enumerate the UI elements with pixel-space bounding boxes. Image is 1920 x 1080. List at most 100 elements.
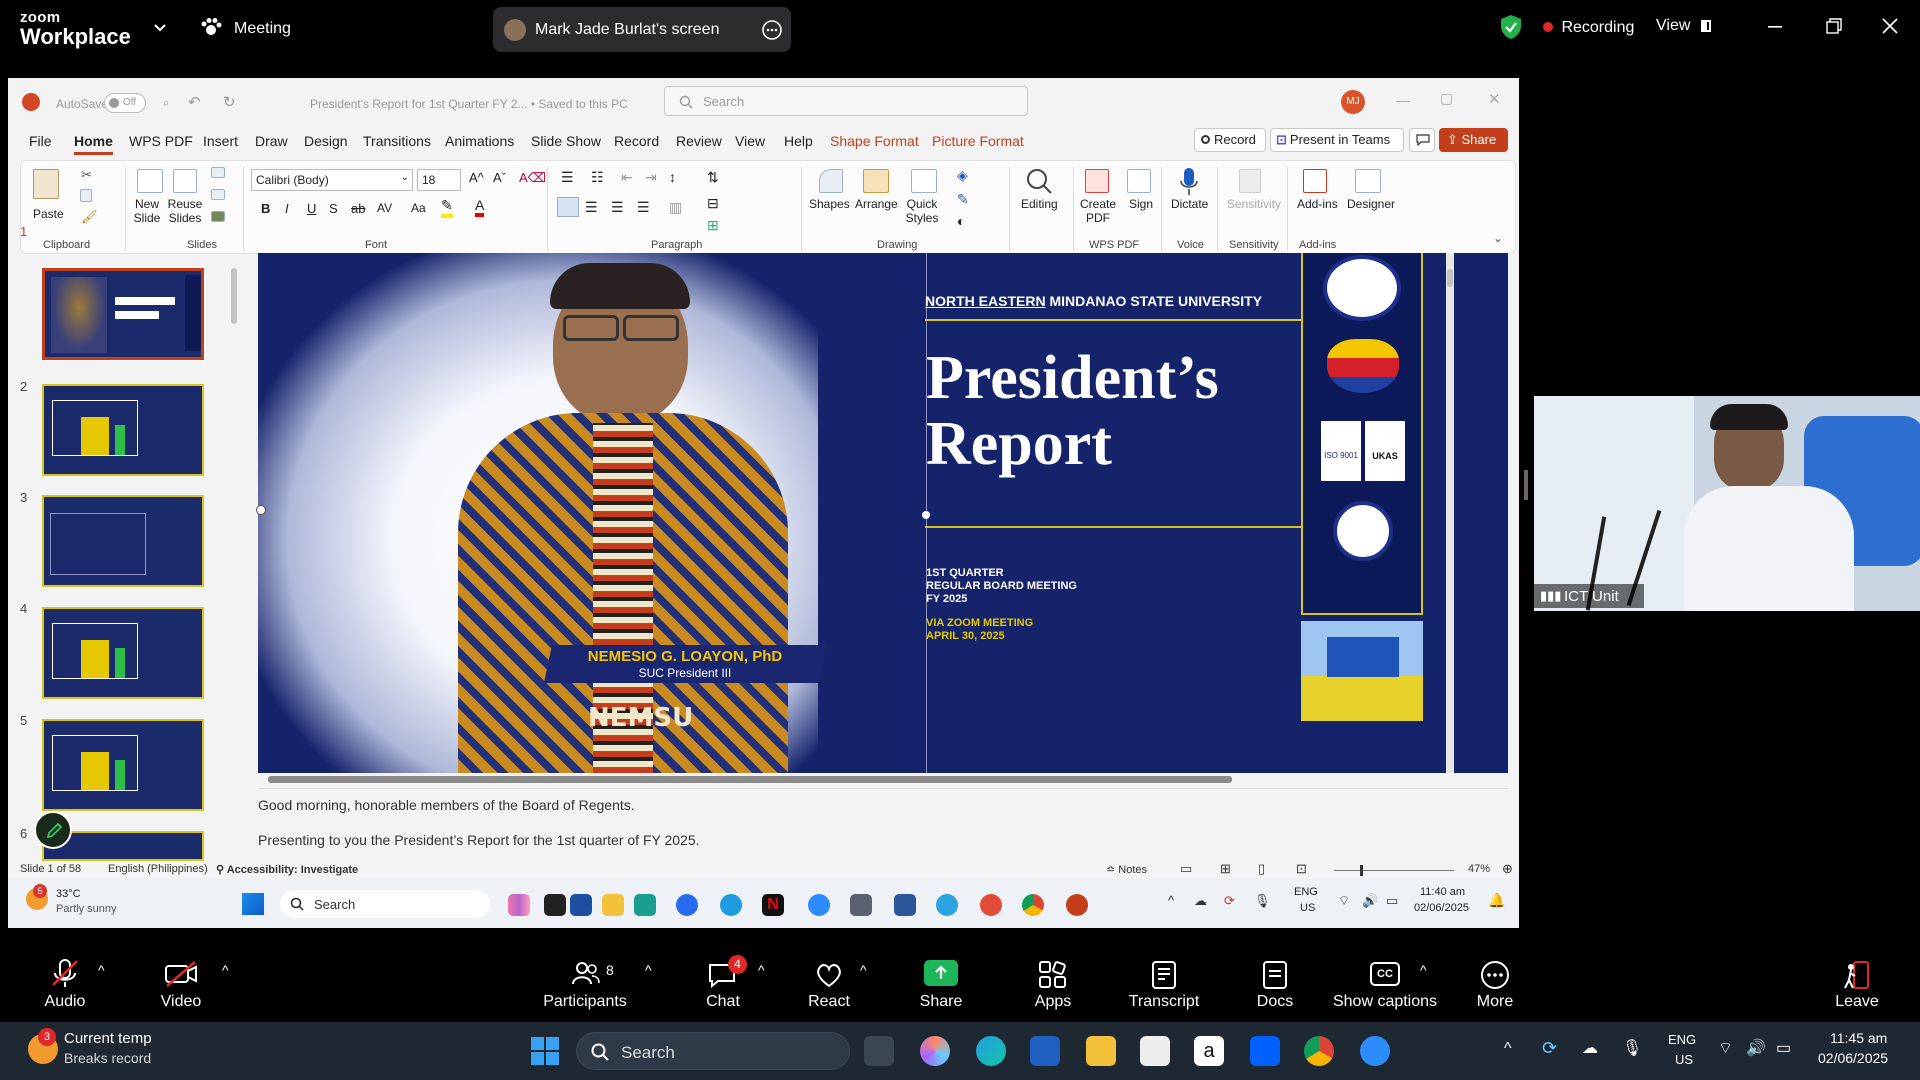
video-options-chevron-icon[interactable]: ^ — [222, 962, 229, 978]
shape-fill-icon[interactable]: ◈ — [957, 167, 968, 184]
menu-view[interactable]: View — [735, 133, 765, 149]
onedrive-icon[interactable]: ☁ — [1194, 893, 1207, 909]
present-in-teams-button[interactable]: ⊡ Present in Teams — [1270, 128, 1404, 152]
arrange-button[interactable]: Arrange — [855, 197, 898, 211]
notes-toggle[interactable]: ≏ Notes — [1106, 863, 1147, 876]
grow-font-icon[interactable]: A^ — [469, 170, 484, 185]
meeting-label[interactable]: Meeting — [234, 20, 291, 38]
pen-annotation-button[interactable] — [34, 811, 72, 849]
shield-check-icon[interactable] — [1500, 14, 1522, 40]
tray-chevron-icon[interactable]: ^ — [1168, 893, 1174, 908]
telegram-icon[interactable] — [936, 894, 958, 916]
panel-resize-handle[interactable] — [1524, 470, 1528, 500]
onedrive-tray-icon[interactable]: ☁ — [1582, 1038, 1598, 1058]
slide-sorter-icon[interactable]: ⊞ — [1220, 861, 1231, 877]
document-title[interactable]: President's Report for 1st Quarter FY 2.… — [310, 97, 628, 111]
dropbox-icon[interactable] — [1250, 1036, 1280, 1066]
selection-handle-left[interactable] — [256, 505, 266, 515]
designer-button[interactable]: Designer — [1347, 197, 1395, 211]
chrome-taskbar-icon[interactable] — [1304, 1036, 1334, 1066]
smartart-icon[interactable]: ⊞ — [707, 217, 719, 234]
chevron-down-icon[interactable] — [153, 23, 167, 33]
align-center-icon[interactable]: ☰ — [585, 199, 598, 216]
weather-widget-icon[interactable]: 3 — [28, 1028, 58, 1064]
bullets-icon[interactable]: ☰ — [561, 169, 574, 186]
messenger-icon[interactable] — [676, 894, 698, 916]
microphone-tray-icon[interactable]: 🎙 — [1622, 1038, 1642, 1058]
sensitivity-button[interactable]: Sensitivity — [1227, 197, 1281, 211]
copy-icon[interactable] — [80, 189, 92, 202]
zoom-taskbar-icon[interactable] — [1360, 1036, 1390, 1066]
wifi-icon[interactable]: ⌔ — [1338, 893, 1350, 909]
windows-search-box[interactable]: Search — [576, 1032, 850, 1070]
task-view-icon[interactable] — [864, 1036, 894, 1066]
underline-icon[interactable]: U — [307, 201, 316, 216]
menu-wps-pdf[interactable]: WPS PDF — [129, 133, 193, 149]
align-right-icon[interactable]: ☰ — [611, 199, 624, 216]
search-box[interactable]: Search — [664, 86, 1028, 116]
columns-icon[interactable]: ▥ — [669, 199, 682, 216]
menu-animations[interactable]: Animations — [445, 133, 514, 149]
align-text-icon[interactable]: ⊟ — [707, 195, 719, 212]
zoom-workplace-logo[interactable]: zoom Workplace — [20, 10, 131, 48]
slide-scrollbar[interactable] — [1446, 253, 1454, 773]
task-view-icon[interactable] — [544, 894, 566, 916]
edge-icon[interactable] — [634, 894, 656, 916]
horizontal-scrollbar[interactable] — [258, 774, 1488, 784]
font-color-icon[interactable]: A — [475, 197, 485, 217]
copilot-icon[interactable] — [920, 1036, 950, 1066]
menu-picture-format[interactable]: Picture Format — [932, 133, 1024, 149]
shrink-font-icon[interactable]: Aˇ — [493, 170, 506, 185]
create-pdf-button[interactable]: Create PDF — [1079, 197, 1117, 225]
undo-icon[interactable]: ↶ — [188, 93, 201, 111]
menu-home[interactable]: Home — [74, 133, 113, 155]
weather-icon[interactable]: 5 — [26, 884, 48, 910]
accessibility-status[interactable]: ⚲ Accessibility: Investigate — [216, 863, 358, 876]
language-code[interactable]: ENG — [1668, 1032, 1696, 1047]
window-minimize-icon[interactable]: — — [1396, 92, 1410, 108]
notification-icon[interactable]: 🔔 — [1488, 892, 1505, 909]
numbering-icon[interactable]: ☷ — [591, 169, 604, 186]
reuse-slides-button[interactable]: Reuse Slides — [167, 197, 203, 225]
more-options-icon[interactable] — [761, 19, 783, 41]
menu-shape-format[interactable]: Shape Format — [830, 133, 919, 149]
screen-share-indicator[interactable]: Mark Jade Burlat's screen — [493, 7, 791, 52]
italic-icon[interactable]: I — [285, 201, 289, 216]
slide-thumbnail-4[interactable] — [42, 607, 204, 699]
mic-icon[interactable]: 🎙 — [1254, 893, 1271, 909]
thumbnails-scrollbar[interactable] — [231, 268, 237, 324]
menu-file[interactable]: File — [29, 133, 52, 149]
skype-icon[interactable] — [720, 894, 742, 916]
clear-format-icon[interactable]: A⌫ — [519, 170, 546, 186]
decrease-indent-icon[interactable]: ⇤ — [621, 169, 633, 186]
battery-icon[interactable]: ▭ — [1386, 893, 1398, 909]
battery-icon[interactable]: ▭ — [1776, 1038, 1791, 1058]
menu-design[interactable]: Design — [304, 133, 348, 149]
new-slide-button[interactable]: New Slide — [129, 197, 165, 225]
zoom-slider[interactable] — [1334, 865, 1454, 876]
redo-icon[interactable]: ↻ — [223, 93, 236, 111]
menu-help[interactable]: Help — [784, 133, 813, 149]
wifi-icon[interactable]: ⌔ — [1718, 1038, 1733, 1058]
shape-outline-icon[interactable]: ✎ — [957, 191, 969, 208]
store-taskbar-icon[interactable] — [1030, 1036, 1060, 1066]
increase-indent-icon[interactable]: ⇥ — [645, 169, 657, 186]
slide-scroll-thumb[interactable] — [1447, 269, 1453, 287]
user-avatar[interactable]: MJ — [1341, 90, 1365, 114]
weather-widget-title[interactable]: Current temp — [64, 1030, 152, 1047]
font-name-select[interactable]: Calibri (Body) ⌄ — [251, 169, 413, 191]
menu-insert[interactable]: Insert — [203, 133, 238, 149]
word-icon[interactable] — [894, 894, 916, 916]
slide-thumbnail-5[interactable] — [42, 719, 204, 811]
restore-icon[interactable] — [1826, 18, 1842, 34]
wps-office-icon[interactable] — [980, 894, 1002, 916]
slide-show-icon[interactable]: ⊡ — [1296, 861, 1307, 877]
menu-slide-show[interactable]: Slide Show — [531, 133, 601, 149]
layout-icon[interactable] — [211, 167, 225, 178]
participant-video-tile[interactable]: ▮▮▮ ICT Unit — [1534, 396, 1920, 611]
format-painter-icon[interactable]: 🖌 — [81, 209, 98, 225]
window-close-icon[interactable]: ✕ — [1488, 90, 1501, 108]
dictate-button[interactable]: Dictate — [1171, 197, 1208, 211]
tray-lang[interactable]: ENG — [1294, 886, 1318, 898]
volume-icon[interactable]: 🔊 — [1362, 893, 1378, 909]
